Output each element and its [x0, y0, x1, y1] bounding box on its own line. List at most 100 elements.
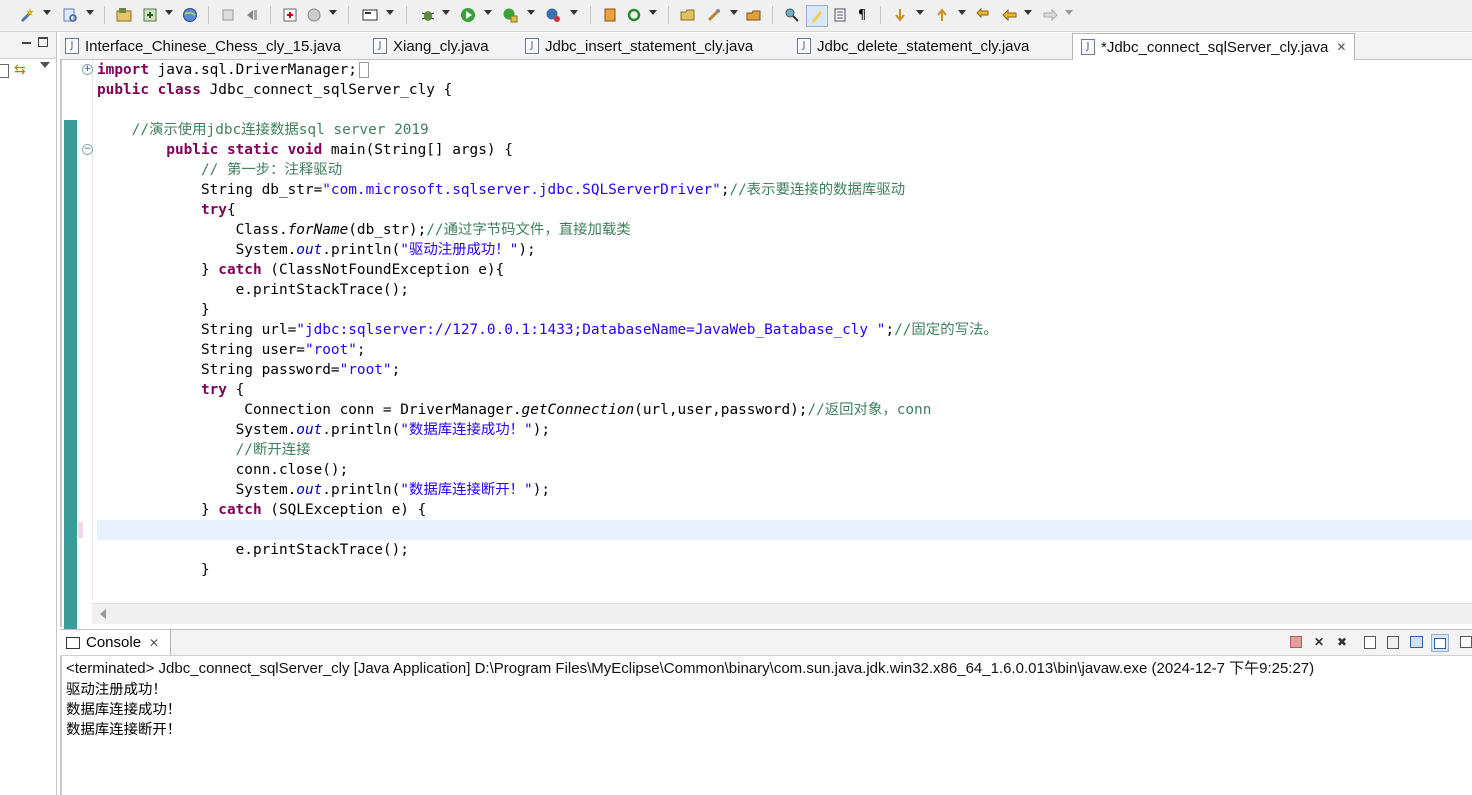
console-tab-bar: Console ✕ ✕ ✖: [60, 629, 1472, 656]
forward-icon[interactable]: [1040, 5, 1060, 25]
new-server-icon[interactable]: [600, 5, 620, 25]
display-selected-console-icon[interactable]: [1431, 634, 1449, 652]
chevron-down-icon[interactable]: [329, 10, 337, 15]
previous-annotation-icon[interactable]: [932, 5, 952, 25]
minimize-icon[interactable]: [22, 42, 31, 44]
main-toolbar: ¶: [0, 0, 1472, 32]
code-line: public static void main(String[] args) {: [97, 142, 513, 158]
chevron-down-icon[interactable]: [649, 10, 657, 15]
chevron-down-icon[interactable]: [484, 10, 492, 15]
chevron-down-icon[interactable]: [916, 10, 924, 15]
highlight-icon[interactable]: [806, 5, 828, 27]
remove-all-icon[interactable]: ✖: [1334, 634, 1350, 650]
new-wizard-icon[interactable]: [17, 5, 37, 25]
chevron-down-icon[interactable]: [386, 10, 394, 15]
terminate-icon[interactable]: [1288, 634, 1304, 650]
code-editor[interactable]: + − import java.sql.DriverManager; publi…: [60, 60, 1472, 660]
open-folder-icon[interactable]: [678, 5, 698, 25]
chevron-down-icon[interactable]: [527, 10, 535, 15]
tab-xiang[interactable]: J Xiang_cly.java: [373, 33, 489, 59]
debug-icon[interactable]: [418, 5, 438, 25]
chevron-down-icon[interactable]: [165, 10, 173, 15]
tab-label: Interface_Chinese_Chess_cly_15.java: [85, 37, 341, 55]
show-whitespace-icon[interactable]: [830, 5, 850, 25]
expand-icon[interactable]: +: [82, 64, 93, 75]
new-package-icon[interactable]: [140, 5, 160, 25]
tab-jdbc-delete[interactable]: J Jdbc_delete_statement_cly.java: [797, 33, 1029, 59]
undeploy-icon[interactable]: [242, 5, 262, 25]
collapse-icon[interactable]: −: [82, 144, 93, 155]
paragraph-icon[interactable]: ¶: [852, 5, 872, 25]
external-tools-icon[interactable]: [304, 5, 324, 25]
scroll-left-icon[interactable]: [100, 609, 106, 619]
code-line: Class.forName(db_str);//通过字节码文件，直接加载类: [97, 222, 631, 238]
code-line: import java.sql.DriverManager;: [97, 60, 369, 80]
folding-margin: [78, 60, 93, 600]
clear-console-icon[interactable]: [1362, 634, 1378, 650]
tab-label: Jdbc_insert_statement_cly.java: [545, 37, 754, 55]
code-line: //演示使用jdbc连接数据sql server 2019: [97, 122, 429, 138]
back-icon[interactable]: [1000, 5, 1020, 25]
console-output-area[interactable]: <terminated> Jdbc_connect_sqlServer_cly …: [60, 656, 1472, 795]
next-annotation-icon[interactable]: [890, 5, 910, 25]
console-icon: [66, 636, 80, 649]
run-last-tool-icon[interactable]: [280, 5, 300, 25]
tab-jdbc-connect-sqlserver[interactable]: J *Jdbc_connect_sqlServer_cly.java ✕: [1072, 33, 1356, 60]
scroll-lock-icon[interactable]: [1385, 634, 1401, 650]
remove-launch-icon[interactable]: ✕: [1311, 634, 1327, 650]
chevron-down-icon[interactable]: [958, 10, 966, 15]
console-icon[interactable]: [360, 5, 380, 25]
code-line: } catch (SQLException e) {: [97, 502, 427, 518]
change-ruler-bar: [64, 120, 77, 660]
editor-tab-bar: J Interface_Chinese_Chess_cly_15.java J …: [60, 33, 1472, 60]
web-browser-icon[interactable]: [180, 5, 200, 25]
java-file-icon: J: [65, 38, 79, 54]
code-line: String db_str="com.microsoft.sqlserver.j…: [97, 182, 906, 198]
panel-icon[interactable]: [0, 64, 9, 78]
pin-console-icon[interactable]: [1408, 634, 1424, 650]
chevron-down-icon[interactable]: [1065, 10, 1073, 15]
link-with-editor-icon[interactable]: ⇆: [14, 62, 26, 78]
left-view-header: [0, 32, 56, 59]
chevron-down-icon[interactable]: [1024, 10, 1032, 15]
coverage-icon[interactable]: [500, 5, 520, 25]
new-java-project-icon[interactable]: [114, 5, 134, 25]
horizontal-scrollbar[interactable]: [92, 603, 1472, 624]
view-menu-icon[interactable]: [40, 62, 50, 68]
console-output-line: 数据库连接断开！: [66, 722, 182, 738]
chevron-down-icon[interactable]: [43, 10, 51, 15]
code-line: Connection conn = DriverManager.getConne…: [97, 402, 932, 418]
tab-interface-chinese-chess[interactable]: J Interface_Chinese_Chess_cly_15.java: [65, 33, 341, 59]
code-line: e.printStackTrace();: [97, 282, 409, 298]
close-icon[interactable]: ✕: [149, 636, 159, 650]
tab-console[interactable]: Console ✕: [60, 630, 171, 655]
profile-icon[interactable]: [543, 5, 563, 25]
open-console-icon[interactable]: [1458, 634, 1472, 650]
search-icon[interactable]: [744, 5, 764, 25]
maximize-icon[interactable]: [38, 37, 48, 47]
mark-occurrences-icon[interactable]: [782, 5, 802, 25]
code-line: String password="root";: [97, 362, 401, 378]
code-line: System.out.println("数据库连接成功！");: [97, 422, 551, 438]
close-icon[interactable]: ✕: [1336, 40, 1346, 54]
open-type-icon[interactable]: [60, 5, 80, 25]
refresh-icon[interactable]: [624, 5, 644, 25]
left-view-strip: ⇆: [0, 32, 57, 795]
code-line: }: [97, 562, 210, 578]
overview-ruler: [62, 60, 78, 660]
chevron-down-icon[interactable]: [86, 10, 94, 15]
code-text[interactable]: import java.sql.DriverManager; public cl…: [97, 60, 1472, 600]
tab-label: Xiang_cly.java: [393, 37, 489, 55]
code-line: String user="root";: [97, 342, 366, 358]
chevron-down-icon[interactable]: [570, 10, 578, 15]
last-edit-icon[interactable]: [974, 5, 994, 25]
run-icon[interactable]: [458, 5, 478, 25]
deploy-icon[interactable]: [218, 5, 238, 25]
code-line: conn.close();: [97, 462, 349, 478]
chevron-down-icon[interactable]: [730, 10, 738, 15]
chevron-down-icon[interactable]: [442, 10, 450, 15]
tab-jdbc-insert[interactable]: J Jdbc_insert_statement_cly.java: [525, 33, 753, 59]
open-task-icon[interactable]: [704, 5, 724, 25]
tab-label: Jdbc_delete_statement_cly.java: [817, 37, 1030, 55]
code-line: // 第一步：注释驱动: [97, 162, 343, 178]
